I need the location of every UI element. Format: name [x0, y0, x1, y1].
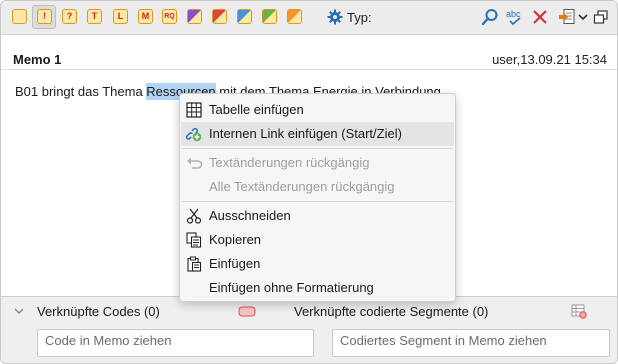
segments-drop-field[interactable]: Codiertes Segment in Memo ziehen [332, 329, 610, 357]
memo-toolbar: ! ? T L M RQ Typ: abc [1, 1, 617, 35]
spellcheck-icon[interactable]: abc [505, 8, 525, 26]
header-divider [1, 69, 617, 70]
menu-item-label: Einfügen ohne Formatierung [209, 280, 374, 295]
memo-window: ! ? T L M RQ Typ: abc Memo 1 user,13.09.… [0, 0, 618, 364]
gear-icon[interactable] [327, 9, 343, 25]
menu-item-label: Kopieren [209, 232, 262, 247]
memo-type-literature-icon[interactable]: L [113, 9, 128, 24]
scissors-icon [186, 208, 202, 224]
menu-item-insert-table[interactable]: Tabelle einfügen [181, 98, 454, 122]
memo-type-question-icon[interactable]: ? [62, 9, 77, 24]
memo-color-purple-icon[interactable] [187, 9, 202, 24]
menu-item-undo-all-text-changes: Alle Textänderungen rückgängig [181, 175, 454, 199]
menu-item-label: Ausschneiden [209, 208, 291, 223]
undo-icon [187, 157, 202, 169]
memo-type-method-icon[interactable]: M [138, 9, 153, 24]
menu-item-undo-text-changes: Textänderungen rückgängig [181, 151, 454, 175]
menu-item-insert-internal-link[interactable]: Internen Link einfügen (Start/Ziel) [181, 122, 454, 146]
typ-label: Typ: [347, 10, 372, 25]
paste-icon [187, 256, 202, 272]
menu-item-label: Internen Link einfügen (Start/Ziel) [209, 126, 402, 141]
detach-window-icon[interactable] [593, 8, 609, 26]
copy-icon [186, 232, 202, 248]
collapse-chevron-icon[interactable] [14, 306, 24, 316]
export-icon[interactable] [558, 8, 576, 26]
memo-text-before: B01 bringt das Thema [15, 84, 147, 99]
menu-item-label: Alle Textänderungen rückgängig [209, 179, 395, 194]
memo-color-green-icon[interactable] [262, 9, 277, 24]
menu-item-paste-without-formatting[interactable]: Einfügen ohne Formatierung [181, 276, 454, 300]
internal-link-icon [186, 127, 202, 142]
menu-item-label: Textänderungen rückgängig [209, 155, 370, 170]
svg-text:abc: abc [506, 9, 521, 19]
menu-item-paste[interactable]: Einfügen [181, 252, 454, 276]
linked-codes-label: Verknüpfte Codes (0) [37, 304, 160, 319]
code-tag-icon [238, 306, 256, 317]
menu-separator [182, 201, 453, 202]
memo-type-exclamation-icon[interactable]: ! [37, 9, 52, 24]
memo-color-red-icon[interactable] [212, 9, 227, 24]
menu-item-label: Einfügen [209, 256, 261, 271]
menu-item-copy[interactable]: Kopieren [181, 228, 454, 252]
memo-color-blue-icon[interactable] [237, 9, 252, 24]
memo-color-orange-icon[interactable] [287, 9, 302, 24]
close-icon[interactable] [532, 8, 548, 26]
codes-drop-field[interactable]: Code in Memo ziehen [37, 329, 314, 357]
segment-table-icon[interactable] [571, 303, 587, 319]
memo-type-default-icon[interactable] [12, 9, 27, 24]
memo-author-timestamp: user,13.09.21 15:34 [492, 52, 607, 67]
memo-title[interactable]: Memo 1 [13, 52, 61, 67]
linked-segments-label: Verknüpfte codierte Segmente (0) [294, 304, 489, 319]
table-icon [186, 102, 202, 118]
menu-item-label: Tabelle einfügen [209, 102, 304, 117]
menu-separator [182, 148, 453, 149]
search-icon[interactable] [481, 8, 499, 26]
memo-type-theory-icon[interactable]: T [87, 9, 102, 24]
context-menu: Tabelle einfügen Internen Link einfügen … [179, 93, 456, 302]
chevron-down-icon[interactable] [577, 8, 589, 26]
menu-item-cut[interactable]: Ausschneiden [181, 204, 454, 228]
memo-type-research-question-icon[interactable]: RQ [162, 9, 177, 24]
